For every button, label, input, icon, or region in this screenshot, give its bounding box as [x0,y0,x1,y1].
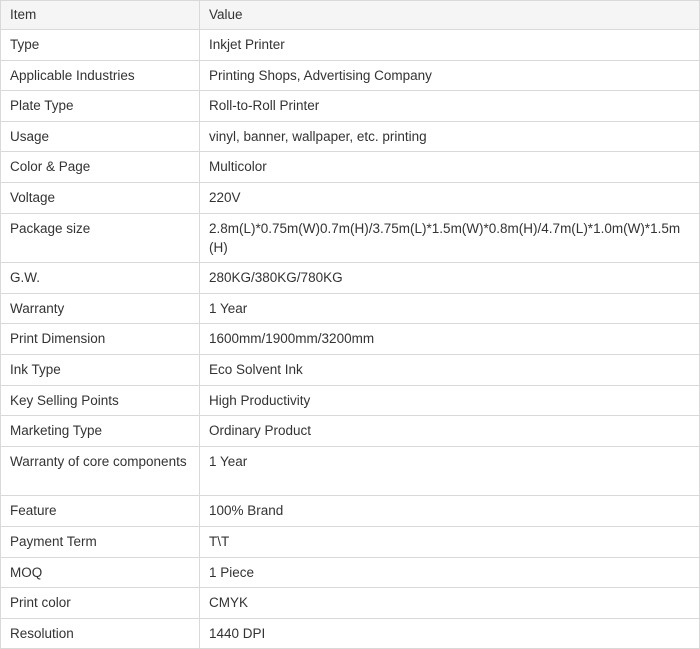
row-value: 280KG/380KG/780KG [199,262,700,294]
table-row: Voltage 220V [0,181,700,214]
row-item: MOQ [0,556,200,589]
table-row: Resolution 1440 DPI [0,617,700,649]
row-item: Package size [0,212,200,264]
row-value: T\T [199,525,700,558]
row-item: Usage [0,120,200,153]
table-row: Type Inkjet Printer [0,29,700,61]
table-row: Color & Page Multicolor [0,151,700,183]
table-row: Ink Type Eco Solvent Ink [0,353,700,386]
row-value: Ordinary Product [199,415,700,447]
row-item: Print Dimension [0,323,200,355]
table-row: Marketing Type Ordinary Product [0,415,700,447]
row-value: CMYK [199,587,700,619]
table-header-row: Item Value [0,0,700,30]
row-value: Multicolor [199,151,700,183]
row-value: 2.8m(L)*0.75m(W)0.7m(H)/3.75m(L)*1.5m(W)… [199,212,700,264]
row-value: 1440 DPI [199,617,700,649]
spec-table: Item Value Type Inkjet Printer Applicabl… [0,0,700,649]
table-row: Payment Term T\T [0,525,700,558]
table-row: Print color CMYK [0,587,700,619]
header-value: Value [199,0,700,30]
row-item: Warranty [0,292,200,325]
table-row: Package size 2.8m(L)*0.75m(W)0.7m(H)/3.7… [0,212,700,264]
row-item: Color & Page [0,151,200,183]
row-value: vinyl, banner, wallpaper, etc. printing [199,120,700,153]
row-value: 1 Piece [199,556,700,589]
table-row: Usage vinyl, banner, wallpaper, etc. pri… [0,120,700,153]
row-value: 1600mm/1900mm/3200mm [199,323,700,355]
row-item: Ink Type [0,353,200,386]
row-value: 1 Year [199,292,700,325]
row-item: Applicable Industries [0,59,200,92]
row-value: Eco Solvent Ink [199,353,700,386]
table-row: MOQ 1 Piece [0,556,700,589]
row-item: Print color [0,587,200,619]
table-row: G.W. 280KG/380KG/780KG [0,262,700,294]
row-value: Printing Shops, Advertising Company [199,59,700,92]
row-value: 220V [199,181,700,214]
row-item: Payment Term [0,525,200,558]
table-row: Warranty 1 Year [0,292,700,325]
row-item: Plate Type [0,90,200,122]
row-item: Marketing Type [0,415,200,447]
row-item: G.W. [0,262,200,294]
header-item: Item [0,0,200,30]
row-item: Feature [0,495,200,527]
row-item: Warranty of core components [0,445,200,497]
row-item: Resolution [0,617,200,649]
table-row: Applicable Industries Printing Shops, Ad… [0,59,700,92]
table-row: Key Selling Points High Productivity [0,384,700,417]
row-item: Voltage [0,181,200,214]
row-item: Type [0,29,200,61]
table-row: Plate Type Roll-to-Roll Printer [0,90,700,122]
row-value: 100% Brand [199,495,700,527]
table-row: Feature 100% Brand [0,495,700,527]
table-row: Warranty of core components 1 Year [0,445,700,497]
row-value: 1 Year [199,445,700,497]
row-value: High Productivity [199,384,700,417]
table-body: Type Inkjet Printer Applicable Industrie… [0,29,700,649]
row-value: Inkjet Printer [199,29,700,61]
row-value: Roll-to-Roll Printer [199,90,700,122]
table-row: Print Dimension 1600mm/1900mm/3200mm [0,323,700,355]
row-item: Key Selling Points [0,384,200,417]
